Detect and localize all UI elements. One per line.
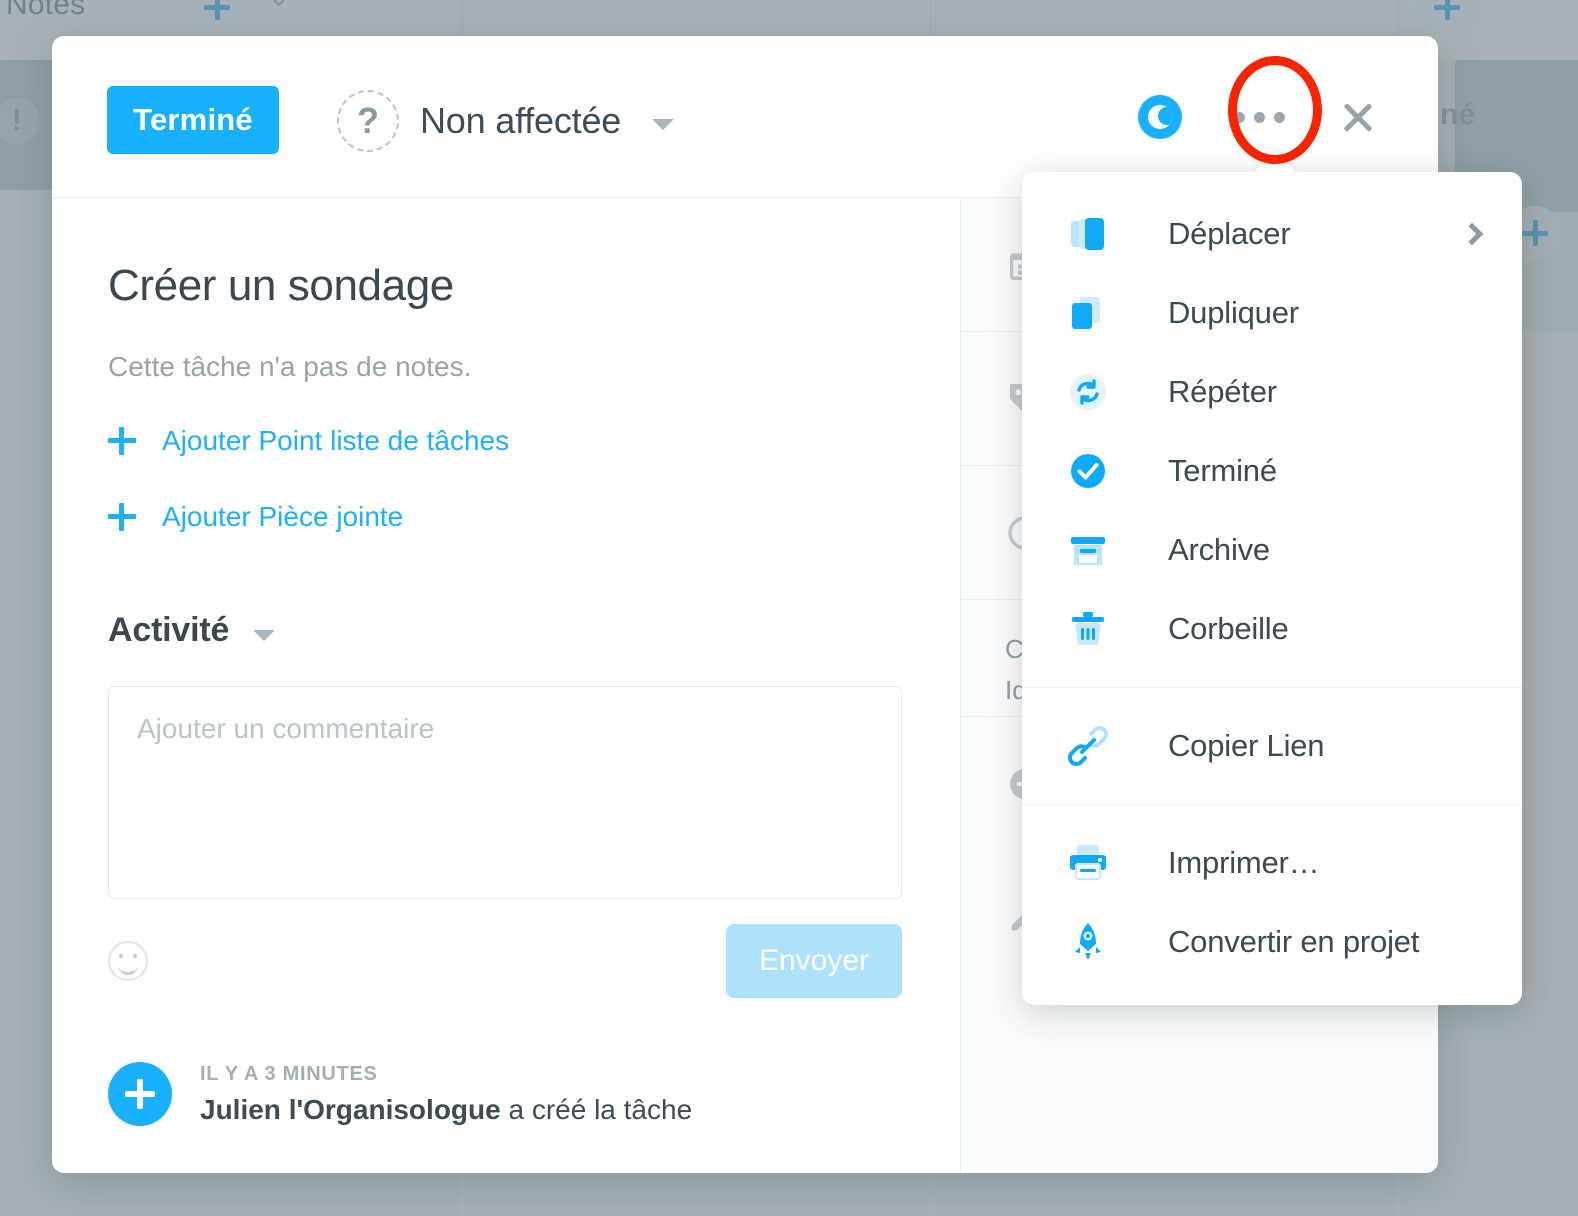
activity-actor: Julien l'Organisologue [200, 1093, 501, 1125]
add-checklist-item-button[interactable]: Ajouter Point liste de tâches [108, 425, 509, 457]
chevron-right-icon [1460, 222, 1484, 245]
page-title: Créer un sondage [108, 261, 454, 310]
send-comment-button[interactable]: Envoyer [726, 924, 902, 998]
eye-circle-icon[interactable] [1138, 95, 1182, 139]
menu-separator [1022, 804, 1522, 805]
menu-item-termine[interactable]: Terminé [1022, 431, 1522, 510]
menu-item-label: Corbeille [1168, 610, 1289, 646]
add-attachment-button[interactable]: Ajouter Pièce jointe [108, 501, 403, 533]
activity-section-header[interactable]: Activité [108, 611, 960, 650]
activity-heading: Activité [108, 611, 230, 649]
assignee-label: Non affectée [420, 100, 622, 141]
mark-done-button[interactable]: Terminé [107, 86, 279, 154]
menu-item-label: Convertir en projet [1168, 923, 1420, 959]
link-icon [1062, 724, 1114, 768]
move-cards-icon [1062, 212, 1114, 256]
duplicate-icon [1062, 291, 1114, 335]
check-circle-icon [1062, 449, 1114, 493]
menu-item-convertir-en-projet[interactable]: Convertir en projet [1022, 902, 1522, 981]
close-icon[interactable] [1336, 95, 1380, 139]
avatar-unassigned-icon: ? [337, 90, 399, 152]
chevron-down-icon [652, 118, 675, 130]
smiley-icon[interactable] [108, 941, 148, 981]
activity-description: Julien l'Organisologue a créé la tâche [200, 1094, 692, 1126]
activity-timestamp: IL Y A 3 MINUTES [200, 1062, 378, 1085]
archive-icon [1062, 528, 1114, 572]
plus-icon [108, 427, 136, 455]
menu-item-archive[interactable]: Archive [1022, 510, 1522, 589]
comment-placeholder: Ajouter un commentaire [137, 713, 435, 744]
menu-item-label: Répéter [1168, 373, 1277, 409]
add-checklist-item-label: Ajouter Point liste de tâches [162, 425, 510, 456]
ellipsis-icon[interactable] [1230, 88, 1288, 146]
menu-item-dupliquer[interactable]: Dupliquer [1022, 273, 1522, 352]
menu-item-label: Copier Lien [1168, 727, 1325, 763]
rocket-icon [1062, 920, 1114, 964]
task-notes-empty: Cette tâche n'a pas de notes. [108, 351, 472, 382]
task-context-menu: Déplacer Dupliquer Répéter Terminé Archi… [1022, 172, 1522, 1005]
menu-item-label: Dupliquer [1168, 294, 1299, 330]
plus-icon [108, 503, 136, 531]
chevron-down-icon [253, 630, 276, 641]
activity-action: a créé la tâche [500, 1093, 693, 1125]
repeat-icon [1062, 370, 1114, 414]
printer-icon [1062, 841, 1114, 885]
menu-item-label: Imprimer… [1168, 844, 1320, 880]
list-item: IL Y A 3 MINUTES Julien l'Organisologue … [108, 1062, 960, 1126]
add-attachment-label: Ajouter Pièce jointe [162, 501, 404, 532]
menu-item-label: Terminé [1168, 452, 1277, 488]
avatar [108, 1062, 172, 1126]
comment-input[interactable]: Ajouter un commentaire [108, 686, 902, 899]
assignee-selector[interactable]: ? Non affectée [337, 90, 675, 152]
comment-toolbar: Envoyer [108, 924, 902, 998]
menu-item-deplacer[interactable]: Déplacer [1022, 194, 1522, 273]
menu-item-imprimer[interactable]: Imprimer… [1022, 823, 1522, 902]
menu-item-repeter[interactable]: Répéter [1022, 352, 1522, 431]
menu-item-label: Archive [1168, 531, 1270, 567]
trash-icon [1062, 607, 1114, 651]
menu-separator [1022, 687, 1522, 688]
menu-item-copier-lien[interactable]: Copier Lien [1022, 706, 1522, 785]
menu-item-corbeille[interactable]: Corbeille [1022, 589, 1522, 668]
menu-item-label: Déplacer [1168, 215, 1291, 251]
header-actions [1138, 88, 1380, 146]
task-detail-pane: Créer un sondage Cette tâche n'a pas de … [52, 198, 960, 1173]
